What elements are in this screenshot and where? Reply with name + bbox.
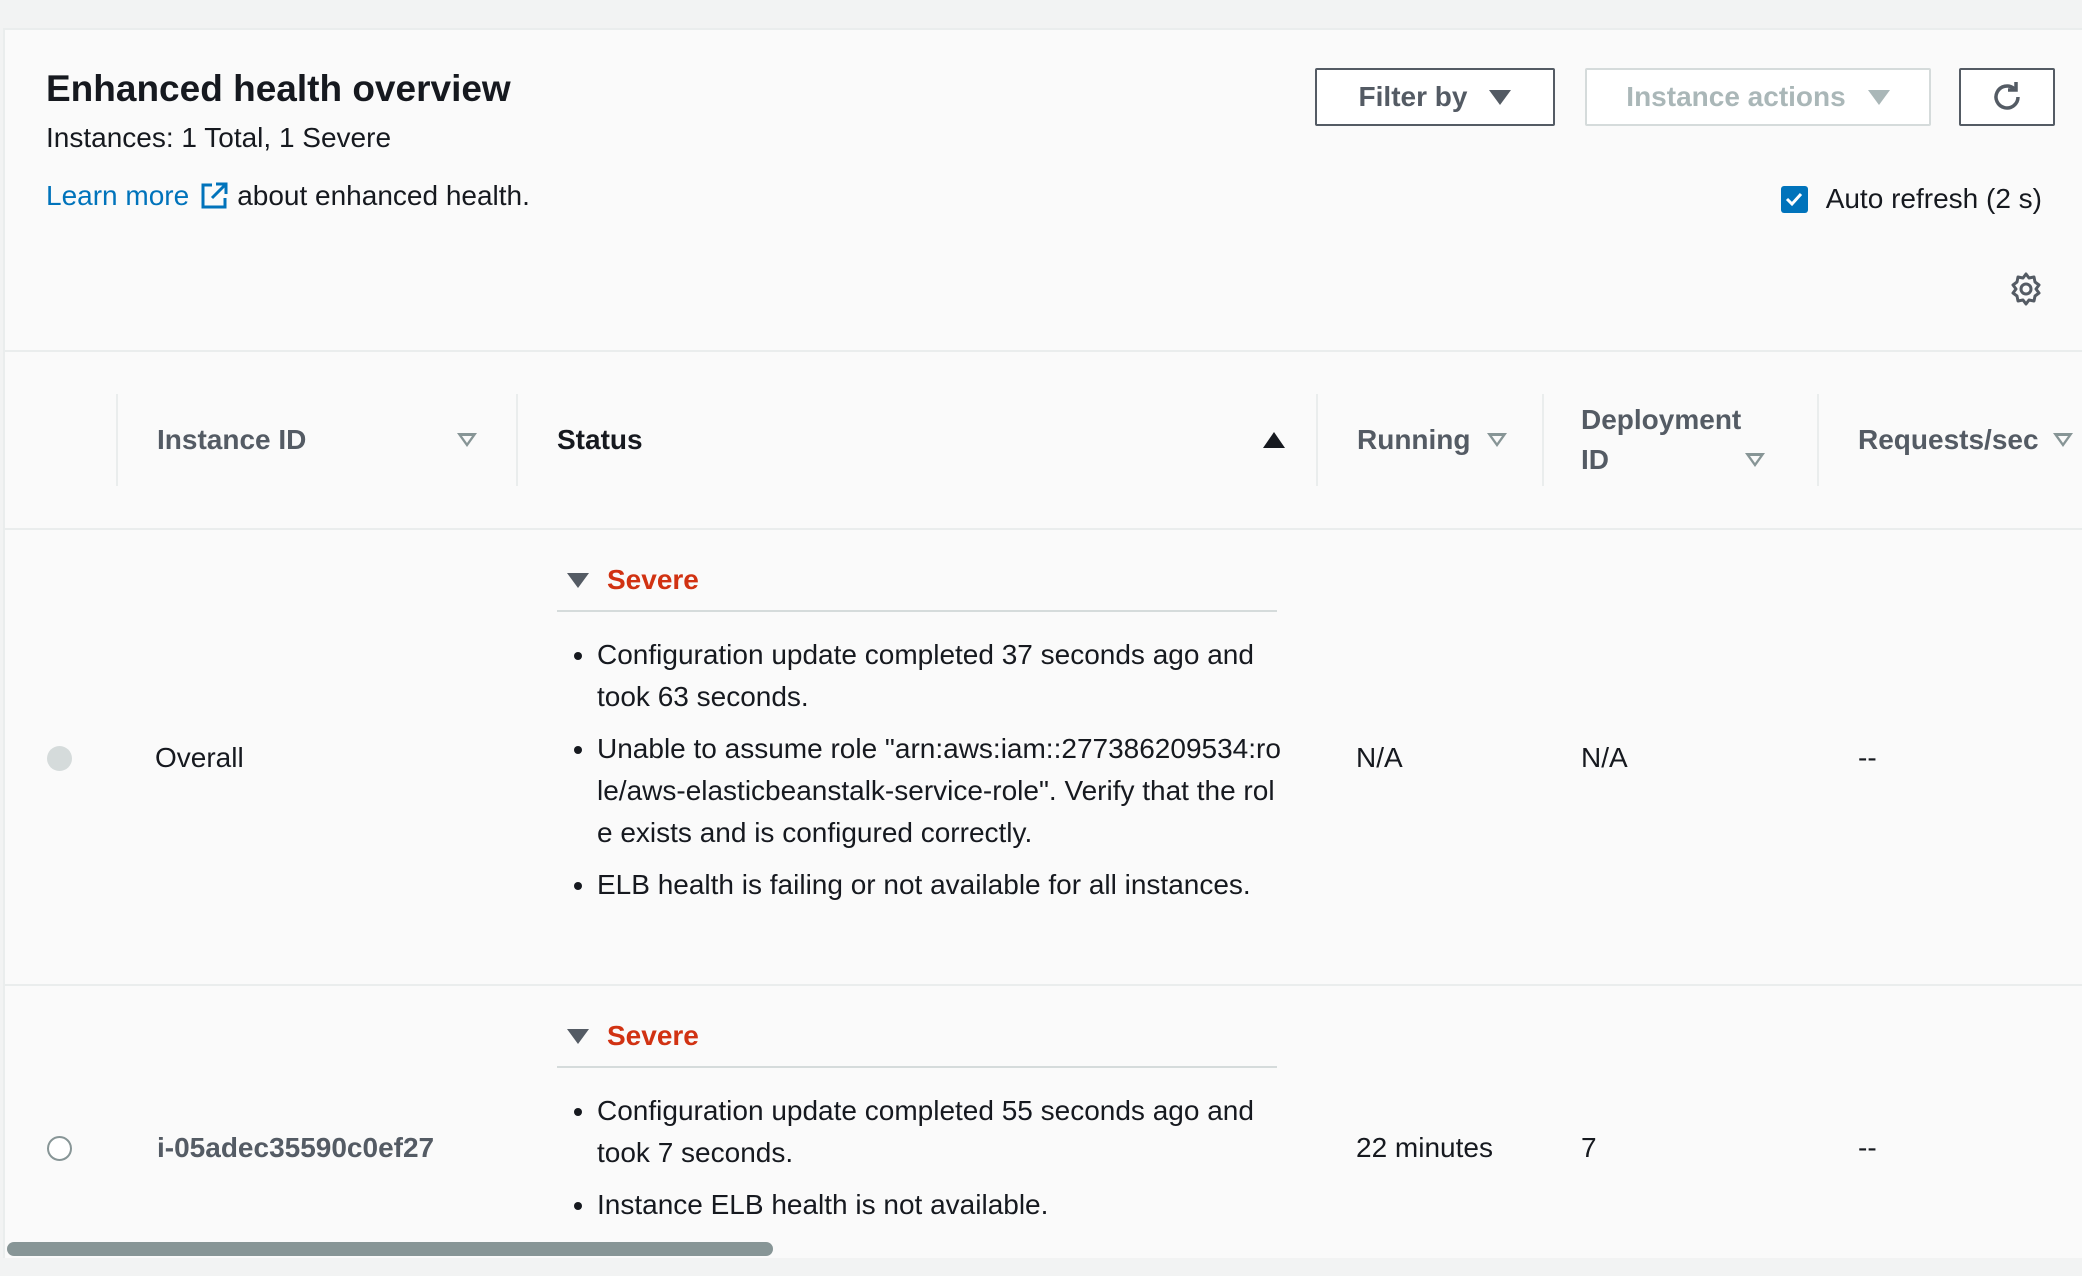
running-cell: 22 minutes bbox=[1356, 1132, 1493, 1163]
filter-by-label: Filter by bbox=[1358, 81, 1468, 112]
enhanced-health-panel: Enhanced health overview Instances: 1 To… bbox=[3, 28, 2082, 1258]
instance-actions-label: Instance actions bbox=[1626, 81, 1846, 112]
page-title: Enhanced health overview bbox=[46, 68, 511, 109]
column-deployment-line1: Deployment bbox=[1581, 404, 1742, 435]
status-expand-toggle[interactable]: Severe bbox=[557, 550, 1277, 612]
column-status[interactable]: Status bbox=[557, 352, 1285, 528]
column-divider bbox=[516, 394, 518, 486]
status-severe-label: Severe bbox=[607, 564, 699, 595]
column-divider bbox=[116, 394, 118, 486]
status-message: Configuration update completed 37 second… bbox=[597, 634, 1287, 718]
table-row-instance[interactable]: i-05adec35590c0ef27 Severe Configuration… bbox=[5, 986, 2082, 1272]
status-message: ELB health is failing or not available f… bbox=[597, 864, 1287, 906]
auto-refresh-checkbox[interactable] bbox=[1780, 185, 1808, 213]
instance-id-cell: Overall bbox=[155, 742, 244, 773]
row-radio-disabled bbox=[47, 746, 72, 771]
auto-refresh-toggle[interactable]: Auto refresh (2 s) bbox=[1780, 183, 2042, 215]
refresh-button[interactable] bbox=[1959, 68, 2055, 126]
sort-descending-icon[interactable] bbox=[1745, 453, 1765, 467]
status-severe-label: Severe bbox=[607, 1020, 699, 1051]
status-messages: Configuration update completed 55 second… bbox=[557, 1090, 1287, 1236]
settings-gear-icon[interactable] bbox=[2008, 271, 2044, 307]
column-divider bbox=[1542, 394, 1544, 486]
column-deployment-label: Deployment ID bbox=[1581, 400, 1765, 480]
deployment-id-cell: 7 bbox=[1581, 1132, 1597, 1163]
column-instance-id[interactable]: Instance ID bbox=[157, 352, 477, 528]
column-requests-label: Requests/sec bbox=[1858, 424, 2039, 455]
column-requests-sec[interactable]: Requests/sec bbox=[1858, 352, 2078, 528]
auto-refresh-label: Auto refresh (2 s) bbox=[1825, 183, 2042, 214]
instance-id-link[interactable]: i-05adec35590c0ef27 bbox=[157, 1132, 434, 1164]
status-messages: Configuration update completed 37 second… bbox=[557, 634, 1287, 916]
column-running[interactable]: Running bbox=[1357, 352, 1547, 528]
row-radio[interactable] bbox=[47, 1136, 72, 1161]
panel-header: Enhanced health overview Instances: 1 To… bbox=[5, 30, 2082, 350]
table-header: Instance ID Status Running Deployment ID bbox=[5, 350, 2082, 530]
sort-descending-icon[interactable] bbox=[1486, 433, 1507, 447]
status-expand-toggle[interactable]: Severe bbox=[557, 1006, 1277, 1068]
requests-sec-cell: -- bbox=[1858, 742, 1877, 773]
sort-ascending-icon[interactable] bbox=[1263, 432, 1285, 448]
status-message: Unable to assume role "arn:aws:iam::2773… bbox=[597, 728, 1287, 854]
column-deployment-line2: ID bbox=[1581, 444, 1609, 475]
requests-sec-cell: -- bbox=[1858, 1132, 1877, 1163]
caret-down-icon bbox=[1867, 89, 1890, 105]
expand-caret-icon bbox=[567, 572, 589, 588]
deployment-id-cell: N/A bbox=[1581, 742, 1628, 773]
column-deployment-line2-wrap: ID bbox=[1581, 440, 1765, 480]
column-instance-id-label: Instance ID bbox=[157, 424, 307, 455]
column-deployment-id[interactable]: Deployment ID bbox=[1581, 352, 1781, 528]
learn-more-suffix: about enhanced health. bbox=[237, 180, 530, 211]
column-divider bbox=[1316, 394, 1318, 486]
sort-descending-icon[interactable] bbox=[457, 433, 477, 447]
running-cell: N/A bbox=[1356, 742, 1403, 773]
filter-by-button[interactable]: Filter by bbox=[1315, 68, 1555, 126]
table-row-overall[interactable]: Overall Severe Configuration update comp… bbox=[5, 530, 2082, 986]
status-message: Configuration update completed 55 second… bbox=[597, 1090, 1287, 1174]
refresh-icon bbox=[1994, 82, 2020, 110]
horizontal-scrollbar[interactable] bbox=[7, 1242, 773, 1256]
learn-more-line: Learn more about enhanced health. bbox=[46, 180, 530, 212]
column-running-label: Running bbox=[1357, 424, 1471, 455]
checkmark-icon bbox=[1786, 192, 1803, 207]
instances-summary: Instances: 1 Total, 1 Severe bbox=[46, 122, 392, 153]
external-link-icon[interactable] bbox=[199, 181, 229, 211]
status-message: Instance ELB health is not available. bbox=[597, 1184, 1287, 1226]
instance-actions-button[interactable]: Instance actions bbox=[1585, 68, 1931, 126]
expand-caret-icon bbox=[567, 1028, 589, 1044]
sort-descending-icon[interactable] bbox=[2052, 433, 2073, 447]
learn-more-link[interactable]: Learn more bbox=[46, 180, 189, 212]
caret-down-icon bbox=[1489, 89, 1512, 105]
column-divider bbox=[1817, 394, 1819, 486]
column-status-label: Status bbox=[557, 424, 643, 455]
